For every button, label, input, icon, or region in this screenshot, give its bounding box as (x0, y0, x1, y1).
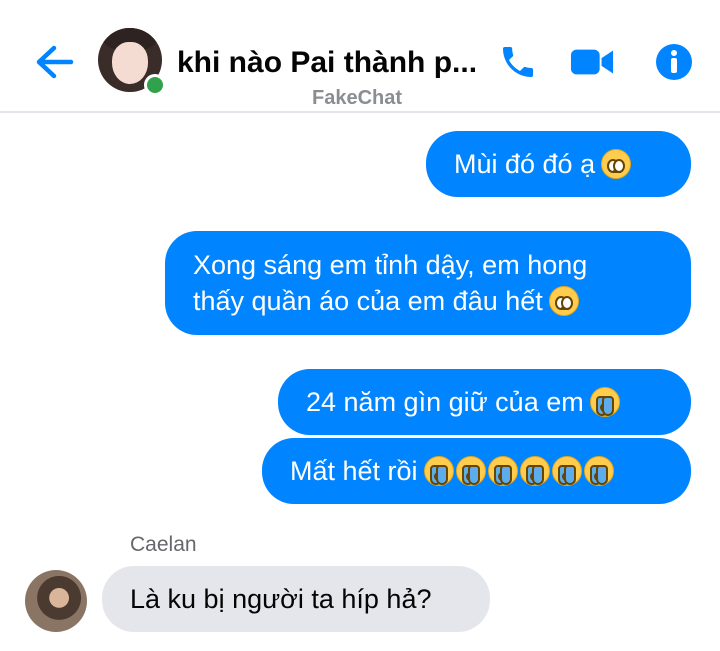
pleading-face-emoji-icon (548, 286, 579, 316)
message-text: Mùi đó đó ạ (454, 149, 596, 179)
crying-face-emoji-icon (455, 456, 486, 486)
outgoing-message[interactable]: Mùi đó đó ạ (426, 131, 691, 197)
pleading-face-emoji-icon (601, 149, 632, 179)
crying-face-emoji-icon (551, 456, 582, 486)
message-text: Mất hết rồi (290, 456, 418, 486)
crying-face-emoji-icon (487, 456, 518, 486)
chat-subtitle: FakeChat (312, 87, 403, 109)
message-text: Là ku bị người ta híp hả? (130, 584, 432, 614)
back-arrow-icon (36, 45, 74, 79)
outgoing-message[interactable]: Mất hết rồi (262, 438, 691, 504)
call-button[interactable] (496, 40, 540, 84)
crying-face-emoji-icon (519, 456, 550, 486)
sender-name: Caelan (130, 533, 197, 556)
sender-avatar[interactable] (25, 570, 87, 632)
incoming-message[interactable]: Là ku bị người ta híp hả? (102, 566, 490, 632)
video-call-button[interactable] (570, 40, 614, 84)
crying-face-emoji-icon (589, 387, 620, 417)
message-text: 24 năm gìn giữ của em (306, 387, 584, 417)
chat-screen: khi nào Pai thành p... FakeChat Mùi đó đ… (0, 0, 720, 651)
phone-icon (503, 47, 533, 77)
online-status-indicator (144, 74, 166, 96)
crying-face-emoji-icon (583, 456, 614, 486)
outgoing-message[interactable]: Xong sáng em tỉnh dậy, em hong thấy quần… (165, 231, 691, 335)
message-text-line: Xong sáng em tỉnh dậy, em hong (193, 250, 588, 280)
crying-face-emoji-icon (423, 456, 454, 486)
back-button[interactable] (30, 40, 78, 84)
contact-avatar[interactable] (98, 28, 166, 96)
info-icon (656, 44, 692, 80)
video-camera-icon (570, 49, 614, 75)
info-button[interactable] (652, 40, 696, 84)
chat-title[interactable]: khi nào Pai thành p... (177, 44, 487, 82)
chat-header: khi nào Pai thành p... FakeChat (0, 0, 720, 113)
message-text-line: thấy quần áo của em đâu hết (193, 286, 543, 316)
outgoing-message[interactable]: 24 năm gìn giữ của em (278, 369, 691, 435)
